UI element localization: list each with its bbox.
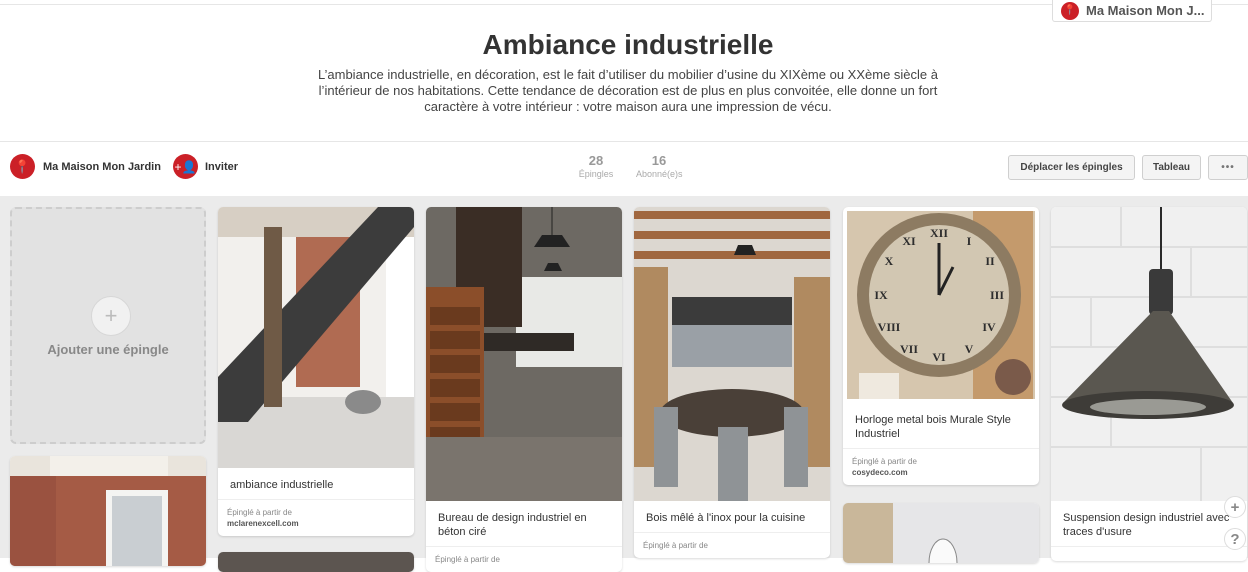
move-pins-button[interactable]: Déplacer les épingles [1008,155,1135,180]
pin-source-label: Épinglé à partir de [227,508,292,517]
pin-card[interactable]: Suspension design industriel avec traces… [1051,207,1247,561]
add-pin-card[interactable]: + Ajouter une épingle [10,207,206,444]
pin-source-domain: cosydeco.com [852,468,908,477]
svg-text:VII: VII [900,342,918,356]
pin-image [634,207,830,501]
svg-text:XII: XII [930,226,948,240]
pin-caption: Bois mêlé à l'inox pour la cuisine [634,501,830,533]
pin-source-domain: mclarenexcell.com [227,519,299,528]
board-description: L’ambiance industrielle, en décoration, … [317,67,938,114]
invite-button[interactable]: +👤 Inviter [173,154,238,179]
followers-count[interactable]: 16 Abonné(e)s [636,153,683,179]
pin-card[interactable]: Bois mêlé à l'inox pour la cuisine Éping… [634,207,830,558]
pin-source-label: Épinglé à partir de [852,457,917,466]
svg-text:VIII: VIII [878,320,901,334]
profile-chip[interactable]: 📍 Ma Maison Mon J... [1052,0,1212,22]
followers-count-value: 16 [651,153,667,168]
pin-source[interactable]: Épinglé à partir de cosydeco.com [843,449,1039,485]
board-title: Ambiance industrielle [482,29,774,60]
pinterest-pin-icon: 📍 [1061,1,1079,20]
board-button[interactable]: Tableau [1142,155,1201,180]
pin-source-label: Épinglé à partir de [643,541,708,550]
pin-image [10,456,206,566]
owner-name: Ma Maison Mon Jardin [43,160,161,173]
pin-image [1051,207,1247,501]
pin-image [426,207,622,501]
add-pin-label: Ajouter une épingle [47,342,169,357]
plus-icon: + [91,296,131,336]
pins-count-label: Épingles [578,169,614,179]
svg-text:IV: IV [982,320,996,334]
pin-card[interactable]: ambiance industrielle Épinglé à partir d… [218,207,414,536]
pinterest-pin-icon: 📍 [10,154,35,179]
pins-count[interactable]: 28 Épingles [578,153,614,179]
pin-source[interactable]: Épinglé à partir de mclarenexcell.com [218,500,414,536]
pin-card[interactable] [10,456,206,566]
pin-image [218,207,414,468]
pin-card[interactable] [218,552,414,572]
pin-image [843,503,1039,563]
board-toolbar: 📍 Ma Maison Mon Jardin +👤 Inviter 28 Épi… [0,141,1248,197]
floating-add-button[interactable]: + [1224,496,1246,518]
svg-text:IX: IX [874,288,888,302]
pin-card[interactable]: XII I II III IV V VI VII VIII IX X XI Horloge me… [843,207,1039,485]
svg-text:XI: XI [902,234,916,248]
svg-text:II: II [985,254,995,268]
board-owner[interactable]: 📍 Ma Maison Mon Jardin [10,154,161,179]
pin-image [218,552,414,572]
svg-text:III: III [990,288,1004,302]
pin-source-label: Épinglé à partir de [435,555,500,564]
invite-label: Inviter [205,160,239,173]
pin-source[interactable]: Épinglé à partir de [634,533,830,558]
svg-text:X: X [885,254,894,268]
pin-caption: Suspension design industriel avec traces… [1051,501,1247,547]
pin-caption: Horloge metal bois Murale Style Industri… [843,403,1039,449]
pin-caption: ambiance industrielle [218,468,414,500]
pin-caption: Bureau de design industriel en béton cir… [426,501,622,547]
pins-count-value: 28 [588,153,604,168]
pin-card[interactable]: Bureau de design industriel en béton cir… [426,207,622,572]
pin-card[interactable] [843,503,1039,563]
followers-count-label: Abonné(e)s [636,169,683,179]
profile-chip-label: Ma Maison Mon J... [1086,3,1205,18]
svg-text:V: V [965,342,974,356]
pin-source[interactable]: Épinglé à partir de [426,547,622,572]
svg-text:VI: VI [932,350,946,364]
more-options-button[interactable]: ••• [1208,155,1248,180]
svg-text:I: I [967,234,972,248]
pin-image: XII I II III IV V VI VII VIII IX X XI [843,207,1039,403]
add-person-icon: +👤 [173,154,198,179]
pin-source[interactable] [1051,547,1247,561]
help-button[interactable]: ? [1224,528,1246,550]
